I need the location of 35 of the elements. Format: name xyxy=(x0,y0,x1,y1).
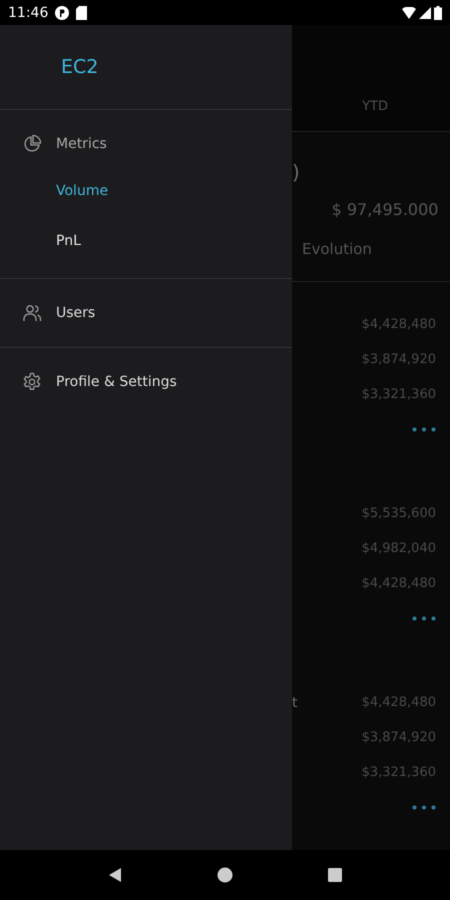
amount-value: $3,874,920 xyxy=(362,730,436,745)
more-icon xyxy=(412,805,436,810)
drawer-item[interactable]: Profile & Settings xyxy=(0,360,292,404)
amount-value: $4,428,480 xyxy=(362,695,436,710)
amount-value: $4,982,040 xyxy=(362,541,436,556)
back-icon[interactable] xyxy=(107,867,123,883)
more-icon xyxy=(412,616,436,621)
amount-value: $3,321,360 xyxy=(362,765,436,780)
pie-chart-icon xyxy=(22,134,42,154)
signal-icon xyxy=(419,6,431,18)
app-title: EC2 xyxy=(61,56,98,78)
amount-text: ) xyxy=(292,159,301,186)
sd-card-icon xyxy=(76,6,88,20)
users-icon xyxy=(22,303,42,323)
section-label: Evolution xyxy=(301,240,373,258)
drawer-subitem[interactable]: PnL xyxy=(0,216,292,266)
app-notification-icon xyxy=(55,6,70,20)
home-icon[interactable] xyxy=(217,867,233,883)
row-label: t xyxy=(292,694,298,710)
battery-icon xyxy=(434,6,442,20)
amount-value: $4,428,480 xyxy=(362,317,436,332)
amount-value: $3,874,920 xyxy=(362,352,436,367)
amount-value: $3,321,360 xyxy=(362,387,436,402)
total-amount: $ 97,495.000 xyxy=(332,199,438,221)
amount-value: $5,535,600 xyxy=(362,506,436,521)
tab-label: YTD xyxy=(362,99,388,114)
recents-icon[interactable] xyxy=(327,867,343,883)
settings-icon xyxy=(22,372,42,392)
drawer-subitem[interactable]: Volume xyxy=(0,166,292,216)
drawer-item[interactable]: Users xyxy=(0,291,292,335)
more-icon xyxy=(412,427,436,432)
wifi-icon xyxy=(402,6,416,18)
drawer-item[interactable]: Metrics xyxy=(0,122,292,166)
clock-time: 11:46 xyxy=(8,4,48,20)
amount-value: $4,428,480 xyxy=(362,576,436,591)
